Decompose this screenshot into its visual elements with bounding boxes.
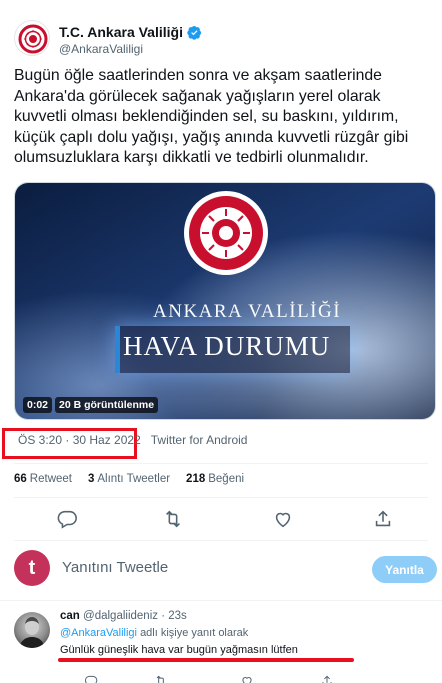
reply-actions [60,674,420,683]
replying-mention[interactable]: @AnkaraValiligi [60,627,137,639]
reply-text-highlight [58,658,354,662]
reply-header: can @dalgaliideniz · 23s [60,610,187,622]
portrait-icon [19,617,45,648]
user-avatar[interactable]: t [14,550,50,586]
tweet-actions [14,508,428,530]
tweet-stats: 66 Retweet 3 Alıntı Tweetler 218 Beğeni [14,473,244,485]
divider [14,497,428,498]
retweet-icon[interactable] [154,674,168,683]
quote-count: 3 [87,473,95,485]
tweet-source[interactable]: Twitter for Android [151,433,248,447]
quote-stat[interactable]: 3 Alıntı Tweetler [88,473,170,485]
tweet-header: T.C. Ankara Valiliği @AnkaraValiligi [14,20,428,60]
retweet-icon[interactable] [162,508,184,530]
like-count: 218 [186,473,206,485]
verified-badge-icon [187,25,202,40]
like-stat[interactable]: 218 Beğeni [186,473,244,485]
replying-to: @AnkaraValiligi adlı kişiye yanıt olarak [60,627,248,639]
share-icon[interactable] [372,508,394,530]
reply-button[interactable]: Yanıtla [372,556,437,583]
name-row[interactable]: T.C. Ankara Valiliği [59,24,202,40]
video-player[interactable]: ANKARA VALİLİĞİ HAVA DURUMU 0:02 20 B gö… [14,182,436,420]
account-avatar[interactable] [14,20,50,56]
tweet-meta: ÖS 3:20 · 30 Haz 2022 Twitter for Androi… [14,433,247,447]
reply-separator: · [161,610,166,622]
retweet-count: 66 [14,473,27,485]
reply-time[interactable]: 23s [168,610,187,622]
reply-text: Günlük güneşlik hava var bugün yağmasın … [60,644,298,656]
reply-handle[interactable]: @dalgaliideniz [83,610,158,622]
video-title-line-2: HAVA DURUMU [123,331,331,361]
like-icon[interactable] [240,674,254,683]
video-title-line-1: ANKARA VALİLİĞİ [153,301,342,322]
tweet-text: Bugün öğle saatlerinden sonra ve akşam s… [14,67,409,167]
divider [14,540,428,541]
reply-avatar[interactable] [14,612,50,648]
divider [0,600,442,601]
retweet-label: Retweet [29,473,72,485]
like-label: Beğeni [208,473,245,485]
like-icon[interactable] [272,508,294,530]
replying-suffix: adlı kişiye yanıt olarak [140,627,249,639]
retweet-stat[interactable]: 66 Retweet [14,473,72,485]
account-handle[interactable]: @AnkaraValiligi [59,42,143,56]
share-icon[interactable] [320,674,334,683]
reply-input[interactable]: Yanıtını Tweetle [62,559,168,576]
display-name[interactable]: T.C. Ankara Valiliği [59,24,183,40]
tweet-timestamp[interactable]: ÖS 3:20 · 30 Haz 2022 [18,433,141,447]
reply-composer: t Yanıtını Tweetle Yanıtla [0,550,442,592]
quote-label: Alıntı Tweetler [97,473,171,485]
turkey-emblem-icon [18,24,48,54]
reply-icon[interactable] [84,674,98,683]
video-views: 20 B görüntülenme [55,397,159,413]
reply-name[interactable]: can [60,610,80,622]
valilik-seal-icon [184,191,268,275]
video-duration: 0:02 [23,397,53,413]
reply-icon[interactable] [56,508,78,530]
divider [14,463,428,464]
